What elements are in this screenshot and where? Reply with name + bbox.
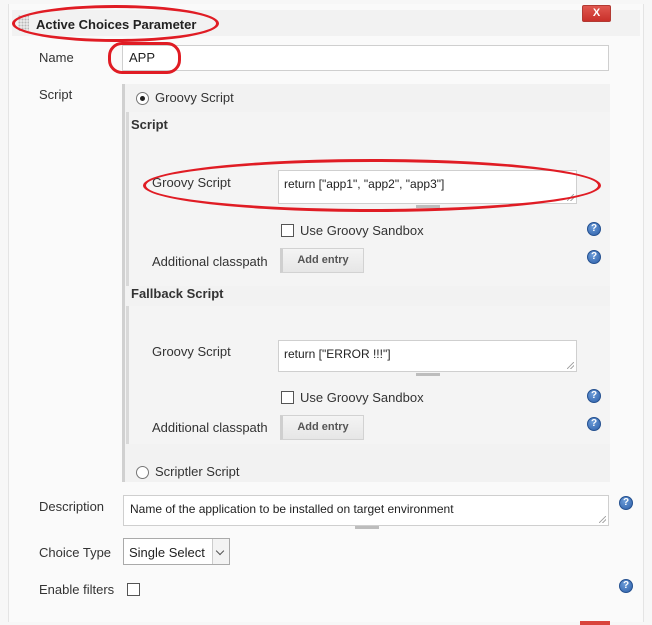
delete-parameter-button[interactable]: X bbox=[582, 5, 611, 22]
description-text: Name of the application to be installed … bbox=[130, 502, 454, 516]
drag-handle-icon[interactable] bbox=[18, 15, 29, 31]
additional-classpath-label: Additional classpath bbox=[152, 254, 268, 269]
chevron-down-icon[interactable] bbox=[212, 539, 229, 564]
help-icon[interactable]: ? bbox=[587, 222, 601, 236]
help-icon[interactable]: ? bbox=[587, 250, 601, 264]
resize-grip-icon[interactable] bbox=[599, 516, 606, 523]
groovy-script-radio[interactable] bbox=[136, 92, 149, 105]
enable-filters-checkbox[interactable] bbox=[127, 583, 140, 596]
choice-type-select[interactable]: Single Select bbox=[123, 538, 230, 565]
name-input[interactable]: APP bbox=[122, 45, 609, 71]
jenkins-config-frame: Active Choices Parameter X Name APP Scri… bbox=[0, 0, 652, 625]
fallback-groovy-script-label: Groovy Script bbox=[152, 344, 231, 359]
choice-type-selected-value: Single Select bbox=[129, 545, 205, 560]
choice-type-label: Choice Type bbox=[39, 545, 112, 560]
fallback-use-groovy-sandbox-label: Use Groovy Sandbox bbox=[300, 390, 424, 405]
textarea-resize-tab[interactable] bbox=[355, 526, 379, 529]
groovy-script-code: return ["app1", "app2", "app3"] bbox=[284, 177, 445, 191]
fallback-use-groovy-sandbox-checkbox[interactable] bbox=[281, 391, 294, 404]
groovy-script-textarea[interactable]: return ["app1", "app2", "app3"] bbox=[278, 170, 577, 204]
textarea-resize-tab[interactable] bbox=[416, 373, 440, 376]
use-groovy-sandbox-checkbox[interactable] bbox=[281, 224, 294, 237]
fallback-groovy-script-code: return ["ERROR !!!"] bbox=[284, 347, 391, 361]
help-icon[interactable]: ? bbox=[587, 417, 601, 431]
enable-filters-label: Enable filters bbox=[39, 582, 115, 597]
help-icon[interactable]: ? bbox=[619, 579, 633, 593]
resize-grip-icon[interactable] bbox=[567, 362, 574, 369]
add-entry-button[interactable]: Add entry bbox=[280, 248, 364, 273]
bottom-edge-bar bbox=[580, 621, 610, 625]
fallback-additional-classpath-label: Additional classpath bbox=[152, 420, 268, 435]
use-groovy-sandbox-label: Use Groovy Sandbox bbox=[300, 223, 424, 238]
description-label: Description bbox=[39, 499, 105, 514]
groovy-script-label: Groovy Script bbox=[152, 175, 231, 190]
scriptler-script-radio[interactable] bbox=[136, 466, 149, 479]
textarea-resize-tab[interactable] bbox=[416, 205, 440, 208]
script-label: Script bbox=[39, 87, 73, 102]
description-textarea[interactable]: Name of the application to be installed … bbox=[123, 495, 609, 526]
help-icon[interactable]: ? bbox=[587, 389, 601, 403]
resize-grip-icon[interactable] bbox=[567, 194, 574, 201]
fallback-add-entry-button[interactable]: Add entry bbox=[280, 415, 364, 440]
script-section-title: Script bbox=[131, 117, 168, 132]
fallback-groovy-script-textarea[interactable]: return ["ERROR !!!"] bbox=[278, 340, 577, 372]
groovy-script-option-label: Groovy Script bbox=[155, 90, 234, 105]
help-icon[interactable]: ? bbox=[619, 496, 633, 510]
fallback-script-title: Fallback Script bbox=[131, 286, 224, 301]
name-label: Name bbox=[39, 50, 74, 65]
parameter-title: Active Choices Parameter bbox=[36, 17, 197, 32]
scriptler-script-option-label: Scriptler Script bbox=[155, 464, 240, 479]
